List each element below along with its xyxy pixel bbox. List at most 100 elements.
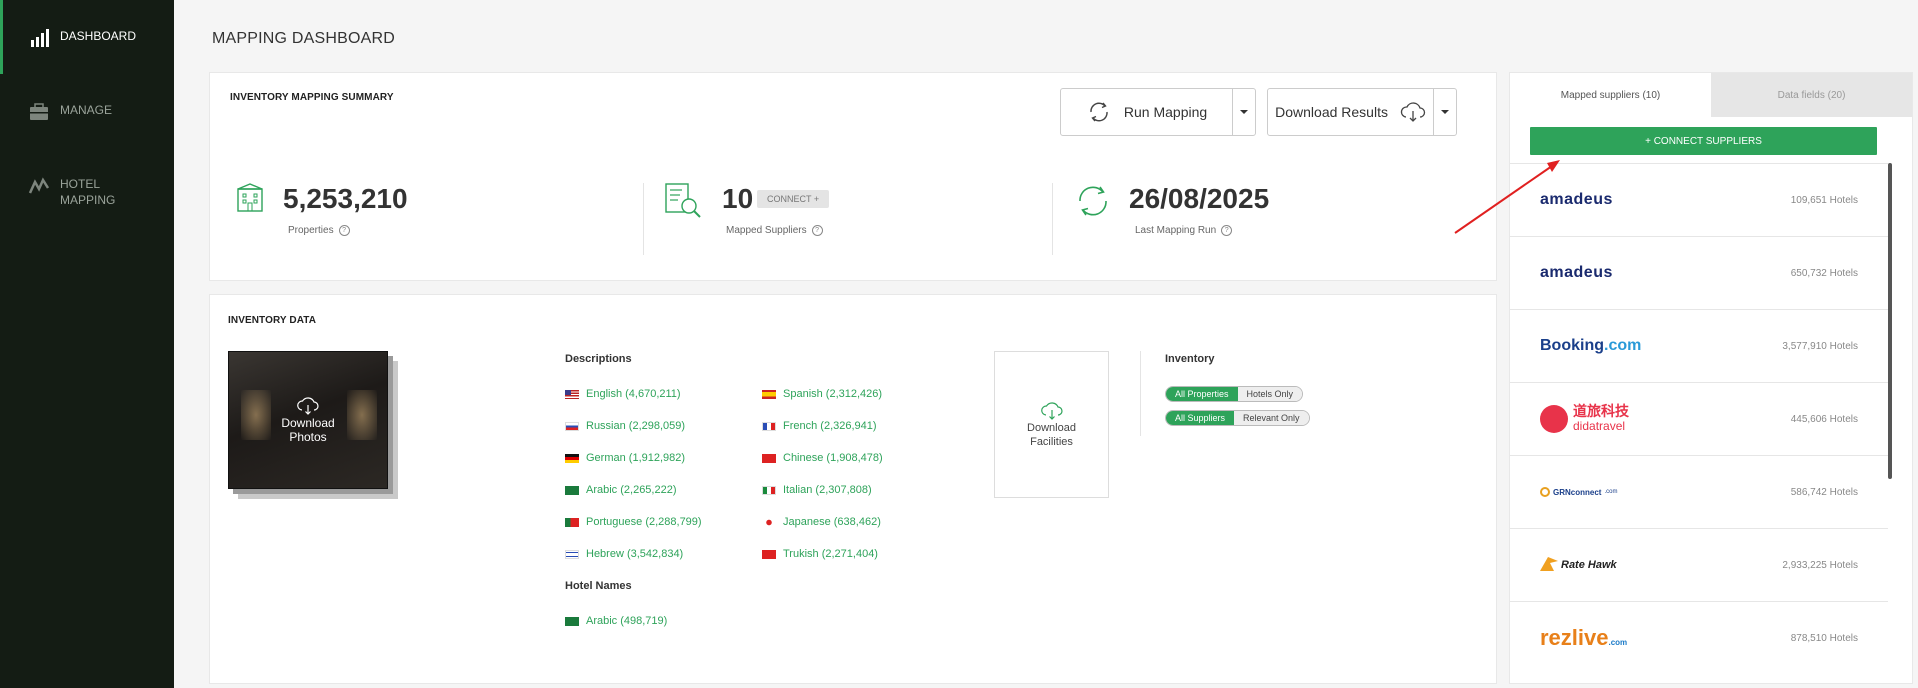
supplier-hotel-count: 586,742 Hotels — [1790, 486, 1858, 498]
cloud-download-icon — [297, 397, 319, 415]
run-mapping-dropdown[interactable] — [1233, 89, 1255, 135]
china-flag-icon — [762, 453, 776, 463]
connect-suppliers-button[interactable]: + CONNECT SUPPLIERS — [1530, 127, 1877, 155]
amadeus-logo: amadeus — [1540, 191, 1613, 208]
mapped-suppliers-value: 10 — [722, 183, 754, 214]
description-language-english[interactable]: English (4,670,211) — [565, 388, 681, 400]
line-graph-icon — [28, 177, 50, 194]
document-search-icon — [665, 183, 701, 218]
last-run-caption: Last Mapping Run? — [1135, 225, 1233, 236]
download-photos-button[interactable]: Download Photos — [228, 351, 388, 489]
spain-flag-icon — [762, 389, 776, 399]
description-language-hebrew[interactable]: Hebrew (3,542,834) — [565, 548, 683, 560]
suppliers-tabs: Mapped suppliers (10) Data fields (20) — [1510, 73, 1912, 117]
grnconnect-mark-icon — [1540, 487, 1550, 497]
main-content: MAPPING DASHBOARD INVENTORY MAPPING SUMM… — [174, 0, 1918, 688]
description-language-turkish[interactable]: Trukish (2,271,404) — [762, 548, 878, 560]
description-language-german[interactable]: German (1,912,982) — [565, 452, 685, 464]
russia-flag-icon — [565, 421, 579, 431]
supplier-hotel-count: 109,651 Hotels — [1790, 194, 1858, 206]
supplier-list: amadeus 109,651 Hotels amadeus 650,732 H… — [1510, 163, 1888, 674]
supplier-row[interactable]: amadeus 109,651 Hotels — [1510, 163, 1888, 236]
description-language-arabic[interactable]: Arabic (2,265,222) — [565, 484, 677, 496]
grnconnect-logo: GRNconnect .com — [1540, 487, 1617, 497]
card-title: INVENTORY DATA — [228, 315, 317, 326]
chevron-down-icon — [1240, 110, 1249, 114]
sidebar: DASHBOARD MANAGE HOTEL MAPPING — [0, 0, 174, 688]
supplier-row[interactable]: Booking.com 3,577,910 Hotels — [1510, 309, 1888, 382]
sync-icon — [1079, 186, 1107, 216]
properties-caption: Properties? — [288, 225, 350, 236]
help-icon[interactable]: ? — [338, 225, 350, 236]
suppliers-filter-toggle[interactable]: All Suppliers Relevant Only — [1165, 410, 1310, 426]
divider — [1140, 351, 1141, 436]
refresh-icon — [1090, 102, 1108, 122]
properties-filter-toggle[interactable]: All Properties Hotels Only — [1165, 386, 1304, 402]
building-icon — [237, 183, 263, 212]
germany-flag-icon — [565, 453, 579, 463]
sidebar-item-manage[interactable]: MANAGE — [0, 74, 174, 148]
download-results-button[interactable]: Download Results — [1268, 89, 1435, 135]
supplier-row[interactable]: amadeus 650,732 Hotels — [1510, 236, 1888, 309]
help-icon[interactable]: ? — [811, 225, 823, 236]
run-mapping-label: Run Mapping — [1123, 104, 1208, 120]
tab-data-fields[interactable]: Data fields (20) — [1711, 73, 1912, 117]
download-photos-label: Photos — [289, 430, 327, 444]
download-results-dropdown[interactable] — [1434, 89, 1456, 135]
card-title: INVENTORY MAPPING SUMMARY — [230, 92, 394, 103]
saudi-flag-icon — [565, 616, 579, 626]
supplier-hotel-count: 2,933,225 Hotels — [1782, 559, 1858, 571]
cloud-download-icon — [1400, 102, 1426, 122]
supplier-row[interactable]: Rate Hawk 2,933,225 Hotels — [1510, 528, 1888, 601]
inventory-data-card: INVENTORY DATA Download Photos Descripti… — [209, 294, 1497, 684]
supplier-row[interactable]: rezlive.com 878,510 Hotels — [1510, 601, 1888, 674]
supplier-row[interactable]: GRNconnect .com 586,742 Hotels — [1510, 455, 1888, 528]
help-icon[interactable]: ? — [1221, 225, 1233, 236]
divider — [643, 183, 644, 255]
tab-mapped-suppliers[interactable]: Mapped suppliers (10) — [1510, 73, 1711, 117]
hotels-only-option[interactable]: Hotels Only — [1237, 387, 1303, 401]
page-title: MAPPING DASHBOARD — [212, 30, 395, 47]
last-run-value: 26/08/2025 — [1129, 183, 1270, 214]
all-suppliers-option[interactable]: All Suppliers — [1166, 411, 1235, 425]
supplier-row[interactable]: 道旅科技 didatravel 445,606 Hotels — [1510, 382, 1888, 455]
sidebar-item-hotel-mapping[interactable]: HOTEL MAPPING — [0, 148, 174, 222]
turkey-flag-icon — [762, 549, 776, 559]
supplier-hotel-count: 3,577,910 Hotels — [1782, 340, 1858, 352]
mapped-suppliers-stat: 10 CONNECT + Mapped Suppliers? — [664, 183, 914, 243]
supplier-hotel-count: 445,606 Hotels — [1790, 413, 1858, 425]
supplier-list-scrollbar[interactable] — [1888, 163, 1892, 479]
sidebar-item-dashboard[interactable]: DASHBOARD — [0, 0, 174, 74]
sidebar-item-label: DASHBOARD — [60, 29, 137, 43]
ratehawk-mark-icon — [1540, 557, 1558, 571]
download-facilities-label: Facilities — [1030, 435, 1073, 448]
relevant-only-option[interactable]: Relevant Only — [1234, 411, 1309, 425]
description-language-portuguese[interactable]: Portuguese (2,288,799) — [565, 516, 702, 528]
description-language-spanish[interactable]: Spanish (2,312,426) — [762, 388, 882, 400]
connect-chip-button[interactable]: CONNECT + — [757, 190, 830, 208]
italy-flag-icon — [762, 485, 776, 495]
download-facilities-button[interactable]: Download Facilities — [994, 351, 1109, 498]
inventory-label: Inventory — [1165, 353, 1215, 365]
suppliers-panel: Mapped suppliers (10) Data fields (20) +… — [1509, 72, 1913, 684]
description-language-french[interactable]: French (2,326,941) — [762, 420, 877, 432]
chevron-down-icon — [1441, 110, 1450, 114]
hotel-names-language-arabic[interactable]: Arabic (498,719) — [565, 615, 667, 627]
france-flag-icon — [762, 421, 776, 431]
description-language-japanese[interactable]: Japanese (638,462) — [762, 516, 881, 528]
last-mapping-run-stat: 26/08/2025 Last Mapping Run? — [1074, 183, 1334, 243]
run-mapping-button[interactable]: Run Mapping — [1061, 89, 1234, 135]
saudi-flag-icon — [565, 485, 579, 495]
divider — [1052, 183, 1053, 255]
description-language-chinese[interactable]: Chinese (1,908,478) — [762, 452, 883, 464]
download-photos-tile: Download Photos — [228, 351, 398, 499]
bar-chart-icon — [31, 29, 49, 47]
hotel-names-label: Hotel Names — [565, 580, 632, 592]
booking-logo: Booking.com — [1540, 337, 1642, 354]
description-language-italian[interactable]: Italian (2,307,808) — [762, 484, 872, 496]
japan-flag-icon — [762, 517, 776, 527]
all-properties-option[interactable]: All Properties — [1166, 387, 1238, 401]
supplier-hotel-count: 878,510 Hotels — [1790, 632, 1858, 644]
supplier-hotel-count: 650,732 Hotels — [1790, 267, 1858, 279]
description-language-russian[interactable]: Russian (2,298,059) — [565, 420, 685, 432]
